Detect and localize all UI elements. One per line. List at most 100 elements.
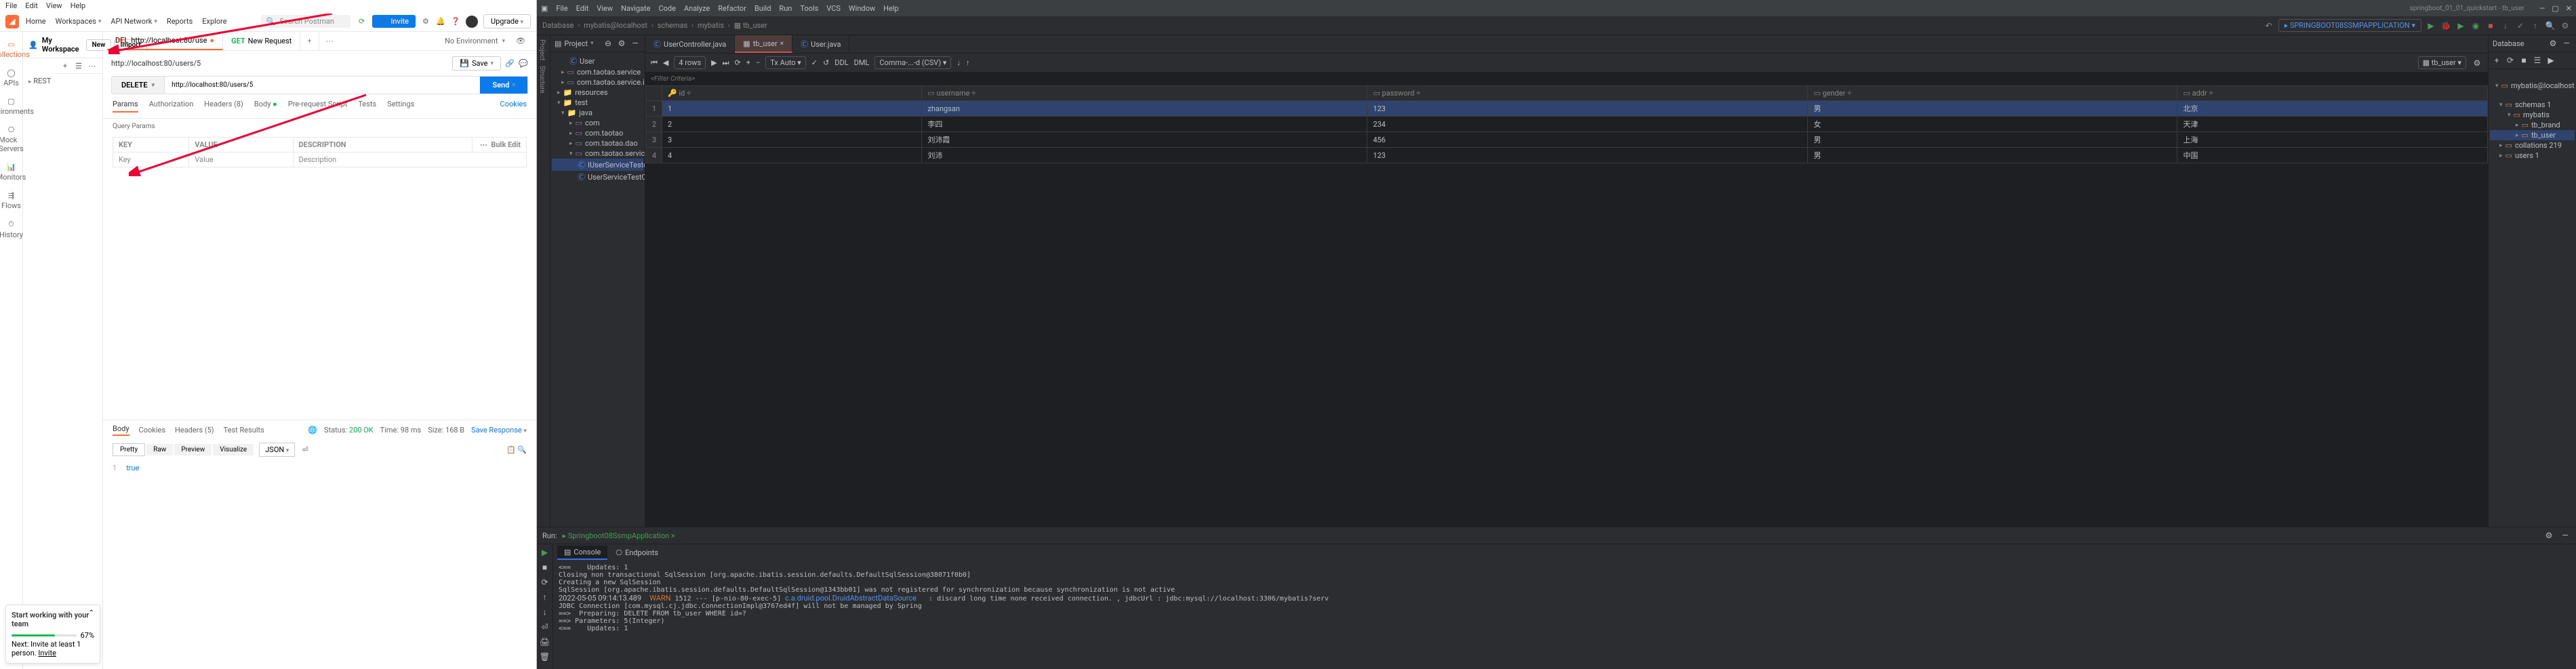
environment-selector[interactable]: No Environment▾ 👁: [438, 34, 532, 49]
db-tree-item[interactable]: ▾ ▭ schemas 1: [2490, 100, 2575, 110]
git-commit-icon[interactable]: ✓: [2515, 20, 2526, 31]
wrap-icon[interactable]: ⏎: [300, 445, 310, 454]
reqtab-settings[interactable]: Settings: [387, 100, 414, 113]
run-config-selector[interactable]: ▸ SPRINGBOOT08SSMPAPPLICATION ▾: [2278, 19, 2421, 32]
tab-menu[interactable]: ⋯: [319, 33, 340, 49]
search-everywhere-icon[interactable]: 🔍: [2545, 20, 2556, 31]
send-button[interactable]: Send▾: [480, 77, 527, 94]
reqtab-body[interactable]: Body ●: [254, 100, 277, 113]
maximize-icon[interactable]: ▢: [2552, 4, 2558, 13]
tree-item[interactable]: Ⓒ User: [552, 55, 643, 67]
add-row-icon[interactable]: +: [746, 58, 750, 67]
tree-item[interactable]: ▾📁 java: [552, 108, 643, 118]
tab-request-2[interactable]: GET New Request: [223, 33, 300, 49]
col-id[interactable]: 🔑 id ÷: [662, 86, 922, 101]
tree-item-rest[interactable]: ▸ REST: [28, 77, 97, 85]
rerun-icon[interactable]: ▶: [540, 547, 550, 558]
rail-flows[interactable]: ⇶Flows: [2, 187, 21, 214]
git-push-icon[interactable]: ↑: [2530, 20, 2541, 31]
export-icon[interactable]: ↓: [957, 58, 961, 67]
value-input[interactable]: Value: [189, 153, 293, 167]
nav-api-network[interactable]: API Network▾: [110, 17, 157, 26]
more-icon[interactable]: ⋯: [480, 140, 487, 149]
nav-workspaces[interactable]: Workspaces▾: [56, 17, 102, 26]
tab-request-1[interactable]: DEL http://localhost:80/use ●: [107, 32, 223, 50]
hide-icon[interactable]: —: [630, 38, 641, 49]
help-icon[interactable]: ❓: [451, 17, 460, 26]
menu-view[interactable]: View: [597, 4, 613, 13]
rail-apis[interactable]: ◯APIs: [2, 64, 21, 92]
table-row[interactable]: 22李四234女天津: [646, 117, 2488, 132]
tree-item[interactable]: ▸📁 resources: [552, 87, 643, 98]
menu-tools[interactable]: Tools: [800, 4, 818, 13]
commit-icon[interactable]: ✓: [811, 58, 818, 67]
nav-reports[interactable]: Reports: [167, 17, 193, 26]
menu-help[interactable]: Help: [883, 4, 899, 13]
menu-navigate[interactable]: Navigate: [621, 4, 650, 13]
rail-history[interactable]: ⏱History: [2, 216, 21, 243]
desc-input[interactable]: Description: [293, 153, 527, 167]
save-response-link[interactable]: Save Response ▾: [471, 426, 527, 434]
tree-item[interactable]: ▸▭ com.taotao.dao: [552, 138, 643, 148]
runtab-console[interactable]: ▤Console: [557, 546, 607, 560]
console-icon[interactable]: ▶: [2545, 55, 2556, 66]
git-update-icon[interactable]: ↓: [2500, 20, 2511, 31]
edtab-usercontroller[interactable]: ⒸUserController.java: [645, 35, 735, 53]
run-app-name[interactable]: ▸ Springboot08SsmpApplication ×: [563, 531, 675, 540]
nav-home[interactable]: Home: [26, 17, 46, 26]
table-row[interactable]: 33刘沛霞456男上海: [646, 132, 2488, 148]
table-selector[interactable]: ▦ tb_user ▾: [2418, 56, 2466, 69]
down-icon[interactable]: ↓: [540, 607, 550, 617]
menu-analyze[interactable]: Analyze: [684, 4, 710, 13]
search-bar[interactable]: 🔍 Search Postman: [261, 15, 350, 28]
profile-icon[interactable]: ◉: [2470, 20, 2481, 31]
resptab-body[interactable]: Body: [113, 424, 129, 436]
menu-run[interactable]: Run: [779, 4, 792, 13]
crumb-schemas[interactable]: schemas: [658, 21, 688, 30]
notification-icon[interactable]: 🔔: [436, 17, 445, 26]
refresh-icon[interactable]: ⟳: [2505, 55, 2516, 66]
nav-explore[interactable]: Explore: [202, 17, 226, 26]
search-response-icon[interactable]: 🔍: [517, 445, 527, 454]
left-gutter[interactable]: Project Structure: [537, 35, 550, 527]
db-tree-item[interactable]: ▸ ▭ users 1: [2490, 150, 2575, 161]
stop-icon[interactable]: ■: [540, 562, 550, 573]
url-input[interactable]: [165, 77, 480, 94]
cookies-link[interactable]: Cookies: [500, 100, 527, 113]
crumb-conn[interactable]: mybatis@localhost: [584, 21, 647, 30]
col-addr[interactable]: ▭ addr ÷: [2177, 86, 2488, 101]
tree-item[interactable]: ▾📁 test: [552, 98, 643, 108]
tree-item[interactable]: ▸▭ com.taotao.service: [552, 67, 643, 77]
menu-code[interactable]: Code: [658, 4, 675, 13]
comment-icon[interactable]: 💬: [519, 59, 528, 68]
viewtab-visualize[interactable]: Visualize: [213, 444, 254, 455]
tab-add[interactable]: +: [300, 33, 318, 49]
hide-icon[interactable]: —: [2561, 38, 2572, 49]
method-selector[interactable]: DELETE▾: [112, 77, 165, 94]
settings-icon[interactable]: ⚙: [2472, 58, 2482, 68]
debug-icon[interactable]: 🐞: [2440, 20, 2451, 31]
edtab-user[interactable]: ⒸUser.java: [792, 35, 849, 53]
filter-input[interactable]: [645, 73, 2488, 85]
crumb-database[interactable]: Database: [542, 21, 573, 30]
tree-item[interactable]: ▸▭ com: [552, 118, 643, 128]
plus-icon[interactable]: +: [60, 61, 70, 70]
import-icon[interactable]: ↑: [966, 58, 970, 67]
up-icon[interactable]: ↑: [540, 592, 550, 603]
refresh-icon[interactable]: ⟳: [735, 58, 741, 67]
rail-mock[interactable]: ⎔Mock Servers: [2, 121, 21, 157]
filter-icon[interactable]: ☰: [2532, 55, 2543, 66]
sync-icon[interactable]: ⟳: [357, 17, 367, 26]
run-icon[interactable]: ▶: [2426, 20, 2436, 31]
resptab-tests[interactable]: Test Results: [224, 426, 264, 434]
filter-icon[interactable]: ☰: [74, 61, 83, 70]
menu-file[interactable]: File: [556, 4, 567, 13]
next-icon[interactable]: ▶: [711, 58, 717, 67]
eye-icon[interactable]: 👁: [516, 37, 525, 46]
share-icon[interactable]: 🔗: [505, 59, 515, 68]
table-row[interactable]: 44刘沛123男中国: [646, 148, 2488, 163]
console-output[interactable]: <== Updates: 1 Closing non transactional…: [553, 561, 2576, 669]
collapse-icon[interactable]: ⊖: [603, 38, 613, 49]
db-tree-item[interactable]: ▸ ▭ tb_user: [2490, 130, 2575, 140]
restart-icon[interactable]: ⟳: [540, 577, 550, 588]
